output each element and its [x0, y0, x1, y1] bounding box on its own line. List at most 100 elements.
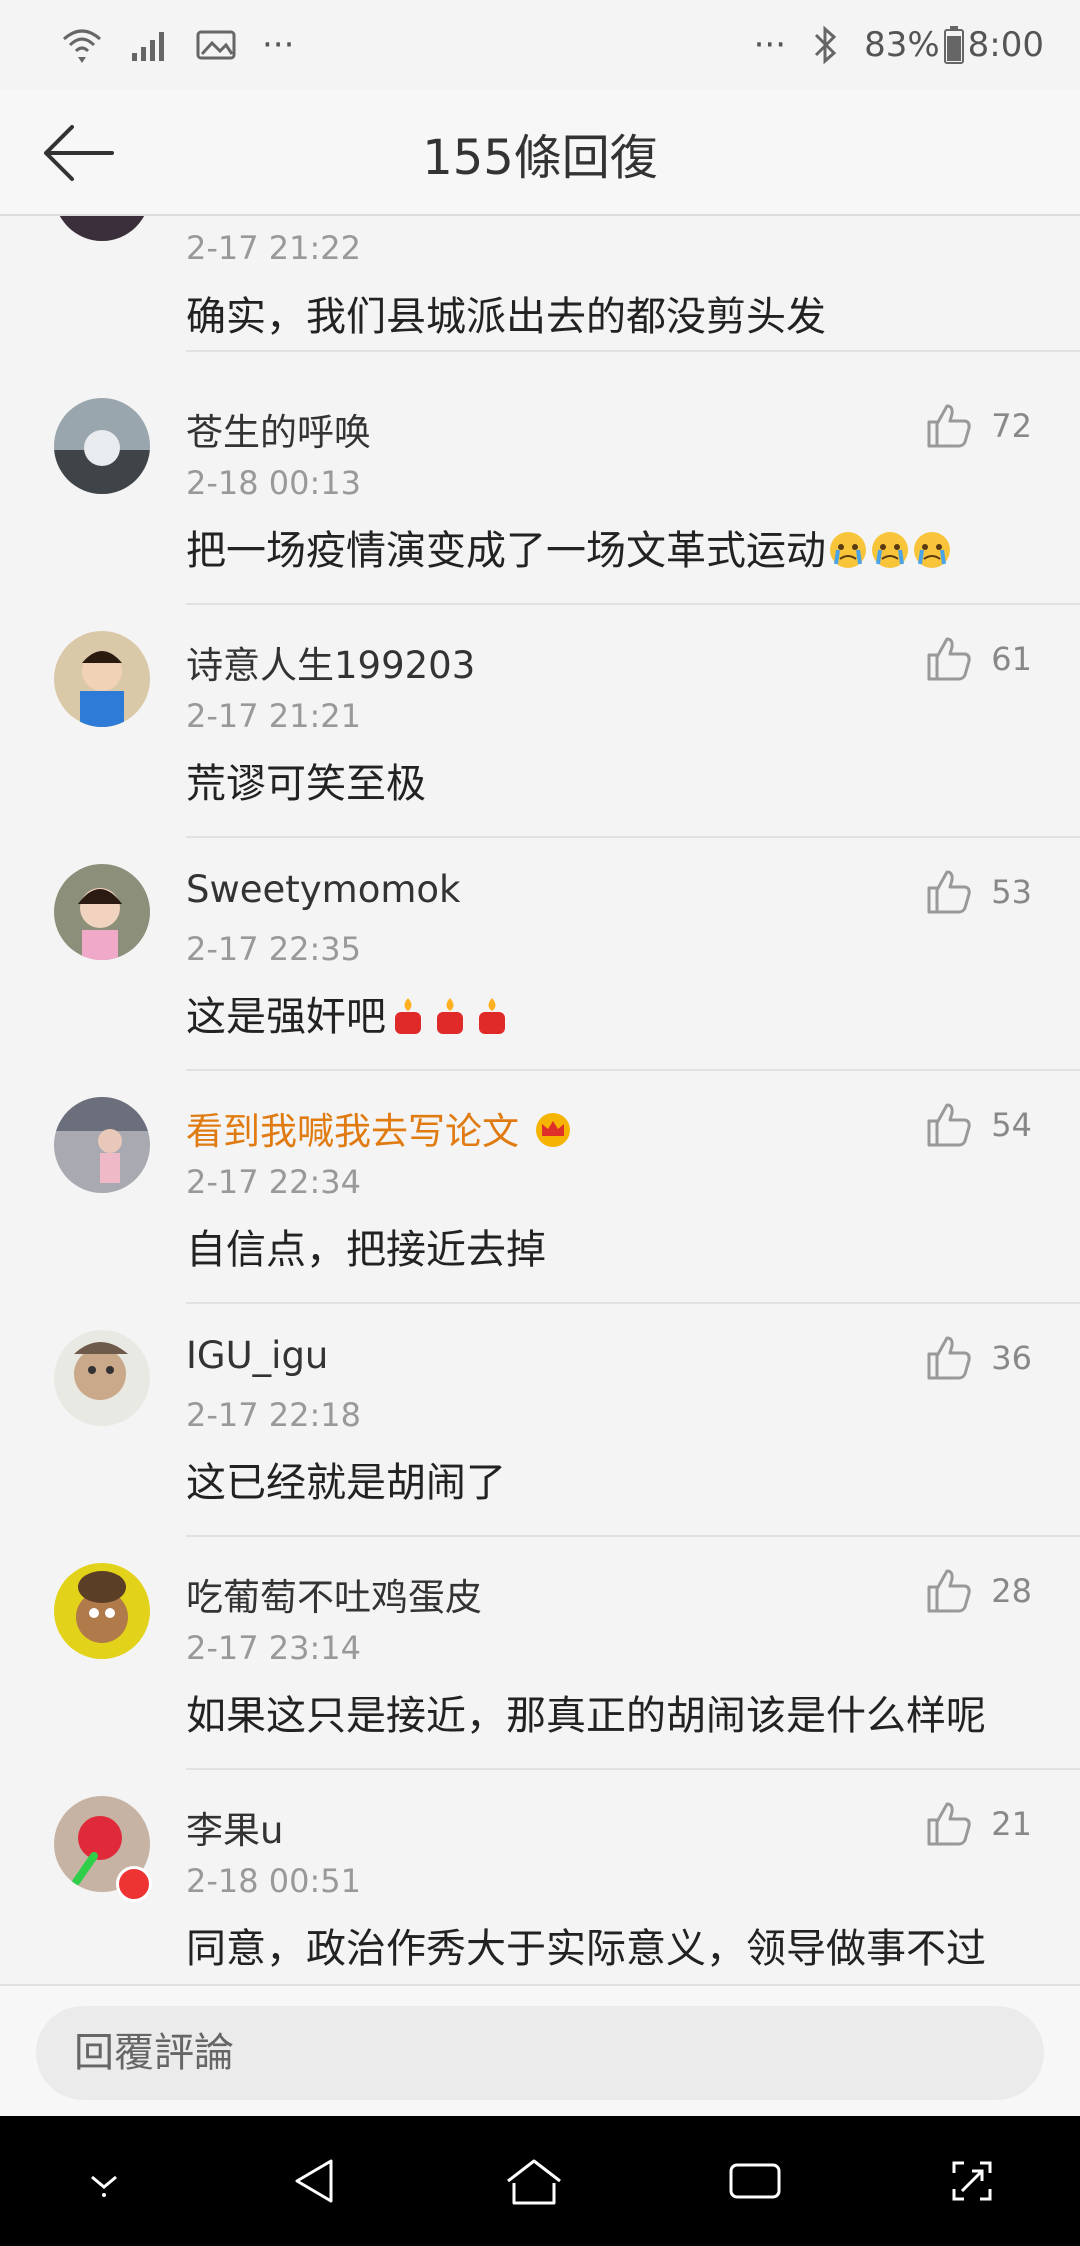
chevron-down-icon [90, 2175, 117, 2197]
avatar[interactable] [54, 864, 150, 960]
comment-item: 2-17 21:22 确实，我们县城派出去的都没剪头发 [0, 216, 1080, 352]
thumbs-up-icon [925, 402, 973, 450]
crown-icon [535, 1113, 570, 1147]
status-right: ··· 83% 8:00 [754, 25, 1044, 65]
comment-time: 2-17 21:21 [186, 697, 362, 735]
nav-back-button[interactable] [287, 2153, 343, 2209]
status-more-right: ··· [753, 25, 787, 65]
comment-time: 2-17 22:18 [186, 1396, 362, 1434]
like-button[interactable]: 36 [925, 1334, 1032, 1382]
image-icon [196, 29, 236, 61]
comment-item: 吃葡萄不吐鸡蛋皮 2-17 23:14 如果这只是接近，那真正的胡闹该是什么样呢… [0, 1537, 1080, 1770]
like-count: 54 [991, 1106, 1032, 1144]
like-button[interactable]: 21 [925, 1800, 1032, 1848]
comment-list[interactable]: 2-17 21:22 确实，我们县城派出去的都没剪头发 苍生的呼唤 2-18 0… [0, 216, 1080, 1984]
triangle-back-icon [295, 2159, 333, 2203]
clock: 8:00 [967, 25, 1044, 65]
comment-time: 2-17 23:14 [186, 1629, 362, 1667]
comment-text: 这已经就是胡闹了 [186, 1460, 506, 1506]
comment-item: Sweetymomok 2-17 22:35 这是强奸吧 53 [0, 838, 1080, 1071]
comment-item: 苍生的呼唤 2-18 00:13 把一场疫情演变成了一场文革式运动 72 [0, 372, 1080, 605]
battery-icon [943, 26, 964, 64]
system-nav-bar [0, 2116, 1080, 2246]
avatar[interactable] [54, 1330, 150, 1426]
comment-item: 看到我喊我去写论文 2-17 22:34 自信点，把接近去掉 54 [0, 1071, 1080, 1304]
bluetooth-icon [812, 25, 838, 65]
thumbs-up-icon [925, 868, 973, 916]
comment-item: 李果u 2-18 00:51 同意，政治作秀大于实际意义，领导做事不过 21 [0, 1770, 1080, 1984]
comment-time: 2-17 22:34 [186, 1163, 362, 1201]
like-count: 21 [991, 1805, 1032, 1843]
comment-time: 2-18 00:13 [186, 464, 362, 502]
comment-body: 这是强奸吧 [186, 994, 386, 1040]
thumbs-up-icon [925, 1567, 973, 1615]
nav-hide-button[interactable] [80, 2157, 128, 2205]
comment-time: 2-18 00:51 [186, 1862, 362, 1900]
comment-text: 同意，政治作秀大于实际意义，领导做事不过 [186, 1926, 986, 1972]
avatar[interactable] [54, 1097, 150, 1193]
username[interactable]: Sweetymomok [186, 868, 460, 911]
thumbs-up-icon [925, 635, 973, 683]
comment-text: 这是强奸吧 [186, 984, 512, 1042]
crying-face-icon [914, 532, 950, 568]
like-button[interactable]: 54 [925, 1101, 1032, 1149]
status-left: ··· [60, 25, 294, 65]
username[interactable]: 吃葡萄不吐鸡蛋皮 [186, 1567, 482, 1621]
candle-icon [395, 998, 421, 1034]
username[interactable]: 看到我喊我去写论文 [186, 1101, 573, 1155]
comment-text: 如果这只是接近，那真正的胡闹该是什么样呢 [186, 1693, 986, 1739]
signal-icon [130, 29, 170, 61]
username[interactable]: IGU_igu [186, 1334, 328, 1377]
reply-bar: 回覆評論 [0, 1984, 1080, 2116]
comment-item: IGU_igu 2-17 22:18 这已经就是胡闹了 36 [0, 1304, 1080, 1537]
comment-text: 确实，我们县城派出去的都没剪头发 [186, 294, 826, 340]
battery-percent: 83% [864, 25, 940, 65]
username-text: 看到我喊我去写论文 [186, 1110, 519, 1153]
candle-icon [479, 998, 505, 1034]
avatar[interactable] [54, 1563, 150, 1659]
avatar[interactable] [54, 398, 150, 494]
like-count: 72 [991, 407, 1032, 445]
comment-text: 自信点，把接近去掉 [186, 1227, 546, 1273]
reply-input[interactable]: 回覆評論 [36, 2006, 1044, 2100]
divider [186, 350, 1080, 352]
comment-time: 2-17 21:22 [186, 229, 362, 267]
like-button[interactable]: 53 [925, 868, 1032, 916]
like-button[interactable]: 28 [925, 1567, 1032, 1615]
avatar[interactable] [54, 631, 150, 727]
crying-face-icon [872, 532, 908, 568]
username[interactable]: 诗意人生199203 [186, 635, 475, 689]
verified-badge-icon [116, 1866, 152, 1902]
like-button[interactable]: 72 [925, 402, 1032, 450]
like-button[interactable]: 61 [925, 635, 1032, 683]
header: 155條回復 [0, 90, 1080, 216]
nav-recents-button[interactable] [725, 2155, 785, 2207]
status-more-left: ··· [262, 25, 295, 65]
like-count: 28 [991, 1572, 1032, 1610]
wifi-icon [60, 25, 104, 65]
comment-item: 诗意人生199203 2-17 21:21 荒谬可笑至极 61 [0, 605, 1080, 838]
comment-text: 把一场疫情演变成了一场文革式运动 [186, 518, 952, 576]
comment-body: 把一场疫情演变成了一场文革式运动 [186, 528, 826, 574]
status-bar: ··· ··· 83% 8:00 [0, 0, 1080, 90]
username[interactable]: 李果u [186, 1800, 283, 1854]
comment-time: 2-17 22:35 [186, 930, 362, 968]
nav-screenshot-button[interactable] [944, 2153, 1000, 2209]
thumbs-up-icon [925, 1101, 973, 1149]
battery-indicator: 83% 8:00 [864, 25, 1044, 65]
candle-icon [437, 998, 463, 1034]
like-count: 61 [991, 640, 1032, 678]
home-icon [507, 2159, 561, 2205]
comment-text: 荒谬可笑至极 [186, 761, 426, 807]
username[interactable]: 苍生的呼唤 [186, 402, 371, 456]
like-count: 53 [991, 873, 1032, 911]
page-title: 155條回復 [422, 130, 658, 186]
expand-icon [952, 2161, 992, 2201]
crying-face-icon [830, 532, 866, 568]
recents-icon [729, 2163, 781, 2199]
thumbs-up-icon [925, 1334, 973, 1382]
like-count: 36 [991, 1339, 1032, 1377]
thumbs-up-icon [925, 1800, 973, 1848]
avatar[interactable] [54, 216, 150, 241]
nav-home-button[interactable] [502, 2153, 566, 2209]
